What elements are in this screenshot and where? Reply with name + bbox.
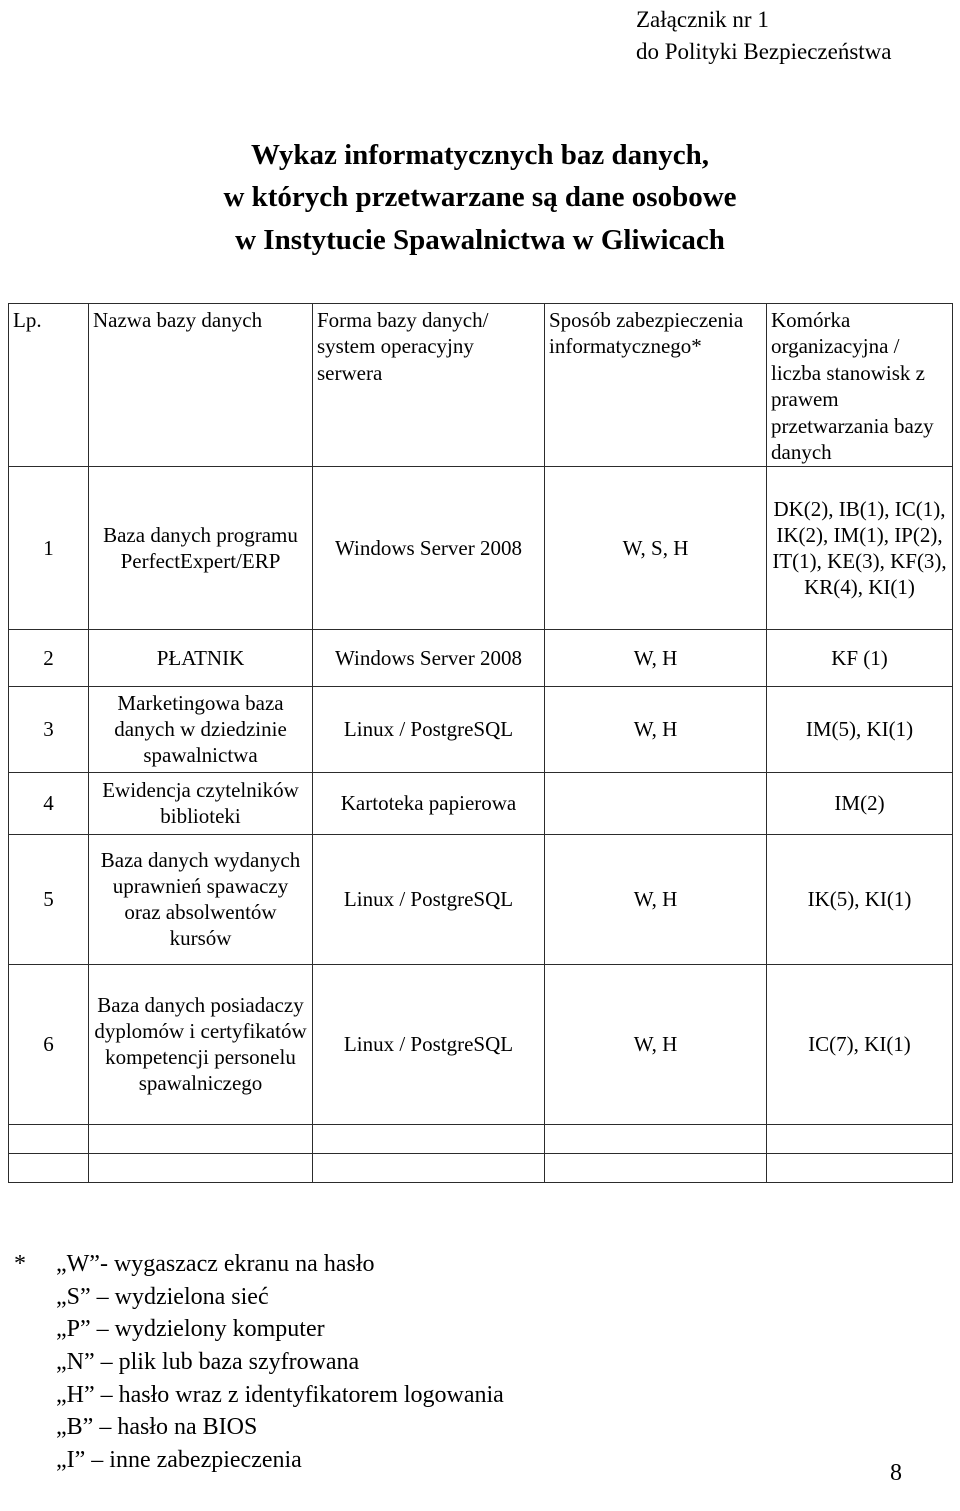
footnote-marker: * — [14, 1251, 26, 1277]
cell-lp: 5 — [8, 833, 89, 965]
cell-lp: 4 — [8, 771, 89, 835]
column-header-org: Komórka organizacyjna / liczba stanowisk… — [766, 303, 953, 467]
cell-name: PŁATNIK — [88, 628, 313, 687]
cell-lp — [8, 1123, 89, 1154]
cell-form — [312, 1123, 545, 1154]
cell-security: W, H — [544, 685, 767, 773]
legend-item-label: „I” – inne zabezpieczenia — [56, 1446, 302, 1473]
table-row: 4 Ewidencja czytelników biblioteki Karto… — [8, 771, 953, 835]
table-row: 5 Baza danych wydanych uprawnień spawacz… — [8, 833, 953, 965]
table-row: 3 Marketingowa baza danych w dziedzinie … — [8, 685, 953, 773]
cell-form: Windows Server 2008 — [312, 628, 545, 687]
cell-name: Marketingowa baza danych w dziedzinie sp… — [88, 685, 313, 773]
cell-lp: 1 — [8, 465, 89, 630]
column-header-name: Nazwa bazy danych — [88, 303, 313, 467]
cell-name: Ewidencja czytelników biblioteki — [88, 771, 313, 835]
databases-table: Lp. Nazwa bazy danych Forma bazy danych/… — [8, 303, 953, 1183]
cell-form: Linux / PostgreSQL — [312, 685, 545, 773]
cell-name — [88, 1123, 313, 1154]
legend-item-label: „W”- wygaszacz ekranu na hasło — [56, 1251, 375, 1277]
table-header-row: Lp. Nazwa bazy danych Forma bazy danych/… — [8, 303, 953, 467]
title-line-3: w Instytucie Spawalnictwa w Gliwicach — [235, 223, 725, 256]
cell-form: Linux / PostgreSQL — [312, 963, 545, 1125]
cell-lp: 6 — [8, 963, 89, 1125]
cell-security — [544, 1123, 767, 1154]
cell-security: W, S, H — [544, 465, 767, 630]
cell-security: W, H — [544, 833, 767, 965]
cell-name: Baza danych programu PerfectExpert/ERP — [88, 465, 313, 630]
legend-item: „I” – inne zabezpieczenia — [14, 1444, 504, 1477]
cell-form: Linux / PostgreSQL — [312, 833, 545, 965]
cell-lp: 3 — [8, 685, 89, 773]
page-number: 8 — [890, 1460, 902, 1486]
databases-table-wrapper: Lp. Nazwa bazy danych Forma bazy danych/… — [8, 303, 953, 1183]
cell-form: Kartoteka papierowa — [312, 771, 545, 835]
cell-org — [766, 1152, 953, 1183]
cell-org: IC(7), KI(1) — [766, 963, 953, 1125]
table-row: 1 Baza danych programu PerfectExpert/ERP… — [8, 465, 953, 630]
page-title: Wykaz informatycznych baz danych, w któr… — [0, 134, 960, 261]
column-header-form: Forma bazy danych/ system operacyjny ser… — [312, 303, 545, 467]
cell-security: W, H — [544, 963, 767, 1125]
annex-line-2: do Polityki Bezpieczeństwa — [636, 38, 892, 64]
title-line-1: Wykaz informatycznych baz danych, — [250, 139, 710, 171]
table-row-empty — [8, 1152, 953, 1183]
table-row-empty — [8, 1123, 953, 1154]
cell-security — [544, 771, 767, 835]
cell-lp — [8, 1152, 89, 1183]
legend-item: * „W”- wygaszacz ekranu na hasło — [14, 1248, 504, 1281]
table-head: Lp. Nazwa bazy danych Forma bazy danych/… — [8, 303, 953, 467]
legend-item: „N” – plik lub baza szyfrowana — [14, 1346, 504, 1379]
cell-org: IM(2) — [766, 771, 953, 835]
cell-lp: 2 — [8, 628, 89, 687]
table-row: 6 Baza danych posiadaczy dyplomów i cert… — [8, 963, 953, 1125]
legend-item-label: „B” – hasło na BIOS — [56, 1414, 258, 1441]
cell-security: W, H — [544, 628, 767, 687]
legend-item: „S” – wydzielona sieć — [14, 1281, 504, 1314]
security-legend: * „W”- wygaszacz ekranu na hasło „S” – w… — [14, 1248, 504, 1476]
cell-name: Baza danych posiadaczy dyplomów i certyf… — [88, 963, 313, 1125]
cell-org: KF (1) — [766, 628, 953, 687]
legend-item-label: „H” – hasło wraz z identyfikatorem logow… — [56, 1381, 504, 1408]
cell-form — [312, 1152, 545, 1183]
legend-item-label: „S” – wydzielona sieć — [56, 1283, 269, 1310]
legend-item: „H” – hasło wraz z identyfikatorem logow… — [14, 1379, 504, 1412]
cell-form: Windows Server 2008 — [312, 465, 545, 630]
document-page: Załącznik nr 1 do Polityki Bezpieczeństw… — [0, 0, 960, 1511]
cell-org — [766, 1123, 953, 1154]
legend-item: „B” – hasło na BIOS — [14, 1411, 504, 1444]
table-body: 1 Baza danych programu PerfectExpert/ERP… — [8, 465, 953, 1183]
cell-org: DK(2), IB(1), IC(1), IK(2), IM(1), IP(2)… — [766, 465, 953, 630]
cell-org: IK(5), KI(1) — [766, 833, 953, 965]
legend-item-label: „N” – plik lub baza szyfrowana — [56, 1348, 360, 1375]
annex-line-1: Załącznik nr 1 — [636, 7, 769, 32]
column-header-lp: Lp. — [8, 303, 89, 467]
annex-reference: Załącznik nr 1 do Polityki Bezpieczeństw… — [636, 4, 892, 67]
cell-org: IM(5), KI(1) — [766, 685, 953, 773]
legend-item-label: „P” – wydzielony komputer — [56, 1316, 325, 1343]
column-header-security: Sposób zabezpieczenia informatycznego* — [544, 303, 767, 467]
cell-name: Baza danych wydanych uprawnień spawaczy … — [88, 833, 313, 965]
legend-item: „P” – wydzielony komputer — [14, 1313, 504, 1346]
cell-security — [544, 1152, 767, 1183]
title-line-2: w których przetwarzane są dane osobowe — [223, 181, 737, 214]
table-row: 2 PŁATNIK Windows Server 2008 W, H KF (1… — [8, 628, 953, 687]
cell-name — [88, 1152, 313, 1183]
